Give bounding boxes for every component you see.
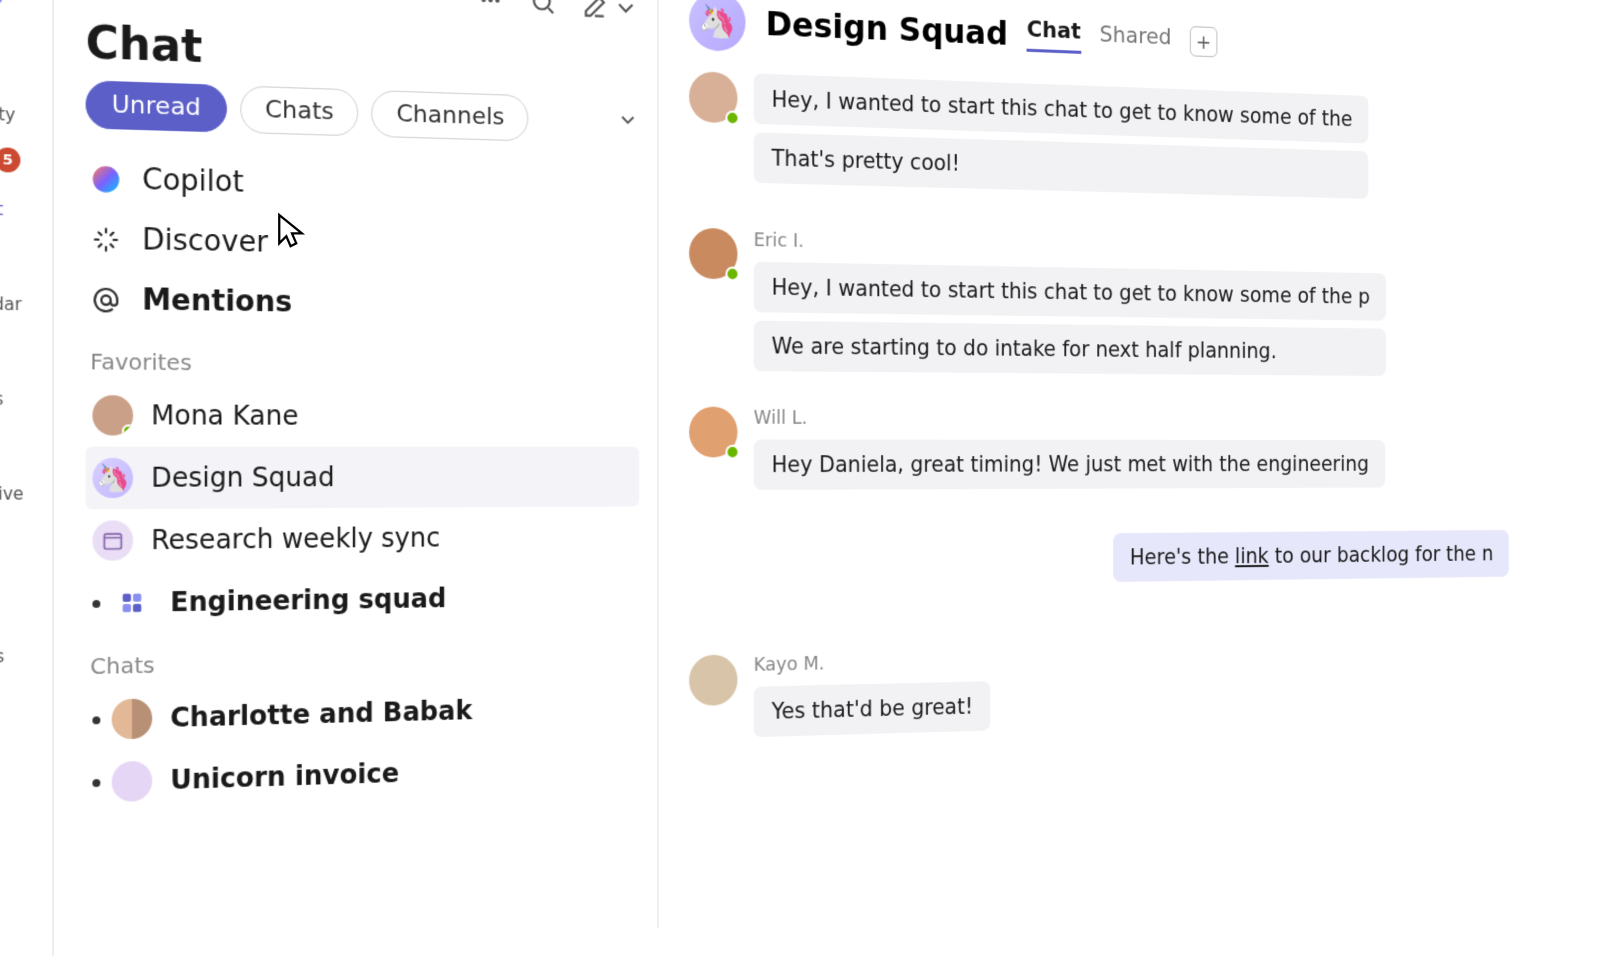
message-sender: Kayo M. (754, 649, 991, 676)
chat-item-engineering-squad[interactable]: Engineering squad (86, 566, 640, 635)
unread-dot-icon (92, 778, 100, 786)
rail-activity-label: Activity (0, 103, 15, 125)
pin-discover[interactable]: Discover (86, 209, 640, 279)
rail-calendar[interactable]: Calendar (0, 234, 53, 331)
app-rail: T Activity 5 Chat Calendar Calls (0, 0, 54, 962)
unread-dot-icon (92, 599, 100, 607)
copilot-icon (90, 163, 122, 195)
chat-header-avatar: 🦄 (689, 0, 745, 52)
own-msg-pre: Here's the (1130, 544, 1235, 569)
search-icon[interactable] (529, 0, 556, 21)
chat-unread-badge: 5 (0, 147, 20, 172)
message-bubble-own[interactable]: Here's the link to our backlog for the n (1113, 530, 1509, 582)
chat-item-label: Engineering squad (170, 583, 446, 618)
sparkle-icon (90, 224, 122, 256)
compose-button[interactable] (581, 0, 639, 22)
message-sender: Will L. (754, 407, 1385, 430)
message-group: Will L. Hey Daniela, great timing! We ju… (689, 407, 1517, 491)
avatar (112, 761, 153, 802)
rail-apps-label: Apps (0, 646, 4, 667)
message-bubble[interactable]: Hey, I wanted to start this chat to get … (754, 73, 1369, 143)
avatar: 🦄 (92, 458, 133, 498)
message-group: Hey, I wanted to start this chat to get … (689, 71, 1517, 203)
chat-item-label: Mona Kane (151, 400, 298, 431)
chat-item-mona-kane[interactable]: Mona Kane (86, 384, 640, 447)
avatar (112, 583, 153, 624)
avatar (112, 698, 153, 739)
rail-calendar-label: Calendar (0, 293, 22, 314)
own-msg-post: to our backlog for the n (1269, 542, 1494, 568)
avatar (92, 520, 133, 561)
chat-item-label: Unicorn invoice (170, 758, 399, 796)
teams-logo-icon: T (0, 0, 6, 12)
chat-item-design-squad[interactable]: 🦄 Design Squad (86, 447, 640, 510)
rail-calls-label: Calls (0, 389, 4, 410)
rail-onedrive-label: OneDrive (0, 484, 24, 505)
chat-item-research-sync[interactable]: Research weekly sync (86, 506, 640, 572)
message-bubble[interactable]: That's pretty cool! (754, 132, 1369, 199)
filter-unread-pill[interactable]: Unread (86, 80, 227, 132)
collapse-filters-icon[interactable] (617, 107, 640, 135)
avatar (689, 654, 737, 706)
avatar (92, 395, 133, 435)
pin-mentions-label: Mentions (142, 284, 292, 319)
tab-shared[interactable]: Shared (1100, 22, 1172, 56)
pin-mentions[interactable]: Mentions (86, 270, 640, 337)
tab-chat[interactable]: Chat (1027, 17, 1081, 54)
avatar (689, 71, 737, 123)
pin-copilot-label: Copilot (142, 164, 244, 200)
message-group: Eric I. Hey, I wanted to start this chat… (689, 228, 1517, 377)
rail-chat[interactable]: 5 Chat (0, 138, 53, 236)
avatar (689, 228, 737, 280)
message-bubble[interactable]: We are starting to do intake for next ha… (754, 321, 1386, 376)
rail-calls[interactable]: Calls (0, 329, 53, 425)
more-options-icon[interactable] (477, 0, 504, 19)
pin-discover-label: Discover (142, 224, 268, 260)
filter-chats-pill[interactable]: Chats (240, 85, 359, 136)
rail-apps[interactable]: Apps (0, 587, 53, 684)
chat-pane: 🦄 Design Squad Chat Shared + Hey, I want… (659, 0, 1518, 928)
chat-item-label: Design Squad (151, 462, 334, 493)
message-bubble[interactable]: Yes that'd be great! (754, 681, 991, 737)
favorites-section-label: Favorites (90, 348, 639, 379)
chats-section-label: Chats (90, 643, 639, 680)
chat-list-title: Chat (86, 17, 640, 88)
chat-item-label: Charlotte and Babak (170, 695, 472, 733)
avatar (689, 407, 737, 458)
add-tab-button[interactable]: + (1190, 26, 1217, 57)
filter-channels-pill[interactable]: Channels (372, 90, 529, 142)
rail-onedrive[interactable]: OneDrive (0, 425, 53, 521)
message-group: Kayo M. Yes that'd be great! (689, 639, 1517, 739)
message-sender: Eric I. (754, 229, 1386, 263)
at-icon (90, 284, 122, 316)
unread-dot-icon (92, 716, 100, 724)
own-message-row: Here's the link to our backlog for the n (689, 530, 1517, 588)
backlog-link[interactable]: link (1235, 544, 1269, 568)
rail-activity[interactable]: Activity (0, 42, 53, 142)
chat-header-title: Design Squad (766, 3, 1008, 53)
message-bubble[interactable]: Hey Daniela, great timing! We just met w… (754, 439, 1385, 489)
chat-item-label: Research weekly sync (151, 523, 440, 556)
rail-more[interactable] (0, 520, 53, 589)
chat-list-panel: Chat Unread Chats Channels Copilot Disco… (54, 0, 659, 956)
rail-chat-label: Chat (0, 198, 3, 219)
message-bubble[interactable]: Hey, I wanted to start this chat to get … (754, 262, 1386, 321)
